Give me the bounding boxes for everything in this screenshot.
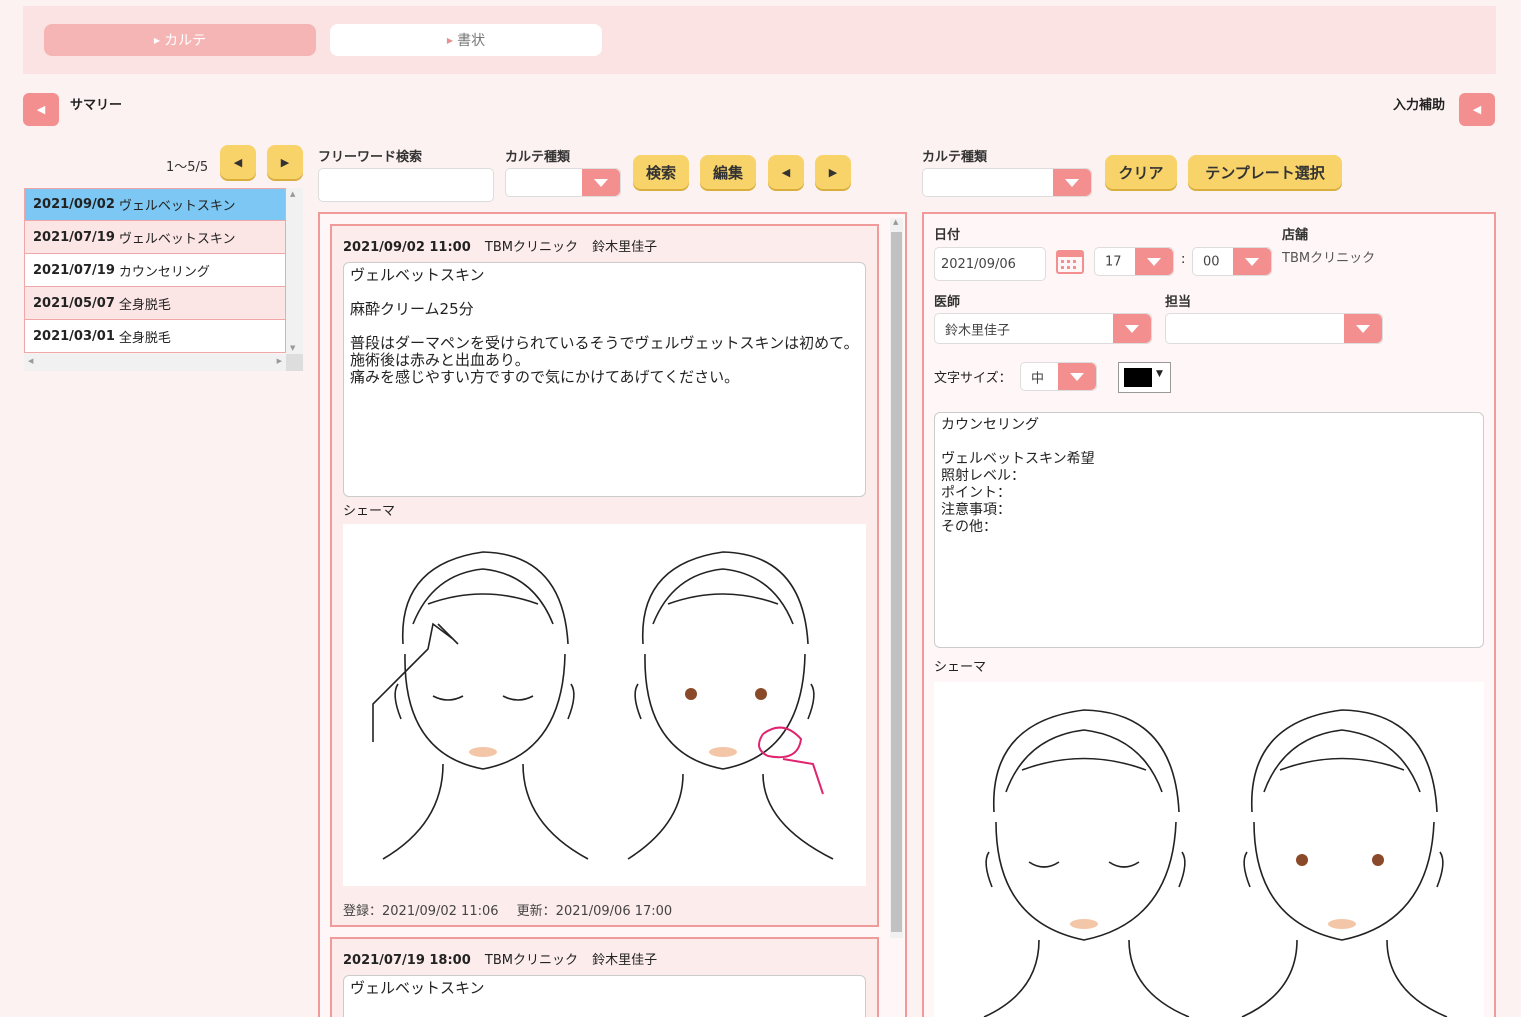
list-horizontal-scrollbar[interactable]: ◀ ▶	[24, 354, 286, 371]
record-card: 2021/09/02 11:00 TBMクリニック 鈴木里佳子 ヴェルベットスキ…	[330, 224, 879, 927]
collapse-assist-button[interactable]: ◀	[1459, 93, 1495, 126]
search-button[interactable]: 検索	[633, 155, 689, 189]
list-item[interactable]: 2021/09/02 ヴェルベットスキン	[24, 188, 286, 221]
triangle-right-icon: ▶	[828, 165, 838, 179]
record-next-button[interactable]: ▶	[815, 155, 851, 189]
color-swatch	[1124, 368, 1152, 387]
tab-letter[interactable]: ▶ 書状	[330, 24, 602, 56]
fontsize-select[interactable]: 中	[1020, 362, 1097, 391]
hour-select[interactable]: 17	[1094, 247, 1174, 276]
chevron-down-icon	[1058, 363, 1096, 390]
input-assist-label: 入力補助	[1393, 98, 1446, 113]
summary-prev-button[interactable]: ◀	[220, 145, 256, 179]
updated-time: 更新：2021/09/06 17:00	[516, 904, 673, 919]
summary-list: 2021/09/02 ヴェルベットスキン 2021/07/19 ヴェルベットスキン …	[24, 188, 286, 353]
triangle-left-icon: ◀	[233, 155, 243, 169]
record-text: ヴェルベットスキン	[343, 975, 866, 1017]
record-doctor: 鈴木里佳子	[592, 953, 658, 968]
record-doctor: 鈴木里佳子	[592, 240, 658, 255]
record-prev-button[interactable]: ◀	[768, 155, 804, 189]
list-item[interactable]: 2021/07/19 ヴェルベットスキン	[24, 221, 286, 254]
list-item[interactable]: 2021/07/19 カウンセリング	[24, 254, 286, 287]
right-karte-type-label: カルテ種類	[922, 150, 988, 165]
date-label: 日付	[934, 228, 961, 243]
color-picker[interactable]: ▼	[1118, 362, 1171, 393]
record-text: ヴェルベットスキン 麻酔クリーム25分 普段はダーマペンを受けられているそうでヴ…	[343, 262, 866, 497]
chevron-down-icon: ▼	[1156, 369, 1163, 379]
calendar-icon[interactable]	[1055, 247, 1085, 279]
karte-type-label: カルテ種類	[505, 150, 571, 165]
fontsize-label: 文字サイズ：	[934, 371, 1012, 386]
scrollbar-corner	[286, 354, 303, 371]
record-edit-panel: 日付 2021/09/06 17 : 00 店舗 TBMクリニック 医師 鈴木里…	[922, 212, 1496, 1017]
staff-select[interactable]	[1165, 313, 1383, 344]
chevron-down-icon	[1344, 314, 1382, 343]
schema-image	[343, 524, 866, 886]
chevron-down-icon	[1113, 314, 1151, 343]
triangle-left-icon: ◀	[781, 165, 791, 179]
record-card: 2021/07/19 18:00 TBMクリニック 鈴木里佳子 ヴェルベットスキ…	[330, 937, 879, 1017]
tab-arrow-icon: ▶	[446, 35, 454, 45]
record-clinic: TBMクリニック	[484, 953, 578, 968]
chevron-down-icon	[582, 169, 620, 196]
shop-label: 店舗	[1282, 228, 1309, 243]
triangle-right-icon: ▶	[280, 155, 290, 169]
edit-button[interactable]: 編集	[700, 155, 756, 189]
chevron-down-icon	[1135, 248, 1173, 275]
collapse-summary-button[interactable]: ◀	[23, 93, 59, 126]
list-vertical-scrollbar[interactable]: ▲ ▼	[286, 188, 303, 354]
summary-title: サマリー	[70, 98, 123, 113]
schema-label: シェーマ	[934, 660, 987, 675]
freeword-label: フリーワード検索	[318, 150, 423, 165]
triangle-left-icon: ◀	[1472, 103, 1482, 116]
freeword-search-input[interactable]	[318, 168, 494, 202]
record-text-input[interactable]: カウンセリング ヴェルベットスキン希望 照射レベル： ポイント： 注意事項： そ…	[934, 412, 1484, 648]
template-select-button[interactable]: テンプレート選択	[1188, 155, 1342, 189]
list-item[interactable]: 2021/05/07 全身脱毛	[24, 287, 286, 320]
staff-label: 担当	[1165, 295, 1192, 310]
record-history-panel: ▲ 2021/09/02 11:00 TBMクリニック 鈴木里佳子 ヴェルベット…	[318, 212, 907, 1017]
summary-count: 1〜5/5	[166, 160, 209, 175]
tab-karte[interactable]: ▶ カルテ	[44, 24, 316, 56]
chevron-down-icon	[1233, 248, 1271, 275]
scrollbar-thumb[interactable]	[891, 232, 902, 932]
clear-button[interactable]: クリア	[1105, 155, 1177, 189]
minute-select[interactable]: 00	[1192, 247, 1272, 276]
registered-time: 登録：2021/09/02 11:06	[343, 904, 499, 919]
chevron-down-icon	[1053, 169, 1091, 196]
date-input[interactable]: 2021/09/06	[934, 247, 1046, 281]
karte-type-select[interactable]	[505, 168, 621, 197]
triangle-left-icon: ◀	[36, 103, 46, 116]
list-item[interactable]: 2021/03/01 全身脱毛	[24, 320, 286, 353]
tab-arrow-icon: ▶	[153, 35, 161, 45]
schema-canvas[interactable]	[934, 682, 1484, 1017]
right-karte-type-select[interactable]	[922, 168, 1092, 197]
shop-value: TBMクリニック	[1282, 251, 1376, 266]
doctor-label: 医師	[934, 295, 961, 310]
record-scrollbar[interactable]: ▲	[890, 218, 903, 938]
record-datetime: 2021/09/02 11:00	[343, 240, 471, 255]
time-colon: :	[1181, 252, 1186, 267]
record-clinic: TBMクリニック	[484, 240, 578, 255]
doctor-select[interactable]: 鈴木里佳子	[934, 313, 1152, 344]
summary-next-button[interactable]: ▶	[267, 145, 303, 179]
record-datetime: 2021/07/19 18:00	[343, 953, 471, 968]
top-tab-bar: ▶ カルテ ▶ 書状	[23, 6, 1496, 74]
schema-label: シェーマ	[343, 504, 396, 519]
